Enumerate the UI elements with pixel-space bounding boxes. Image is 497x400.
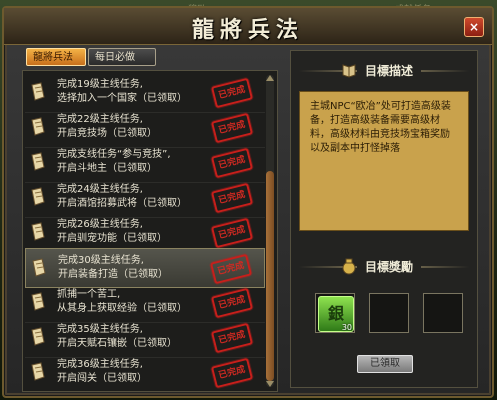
quest-row[interactable]: 完成30级主线任务, 开启装备打造（已领取） 已完成 [25, 248, 265, 288]
quest-row[interactable]: 完成35级主线任务, 开启天赋石镶嵌（已领取） 已完成 [25, 318, 265, 358]
quest-line-2: 开启酒馆招募武将（已领取） [57, 198, 187, 209]
quest-line-2: 选择加入一个国家（已领取） [57, 93, 187, 104]
scroll-icon [31, 187, 45, 206]
quest-text: 完成30级主线任务, 开启装备打造（已领取） [58, 254, 168, 282]
quest-text: 完成24级主线任务, 开启酒馆招募武将（已领取） [57, 183, 187, 211]
reward-slot-empty[interactable] [369, 293, 409, 333]
quest-text: 完成26级主线任务, 开启驯宠功能（已领取） [57, 218, 167, 246]
scroll-down-icon[interactable] [266, 381, 274, 387]
quest-line-1: 完成35级主线任务, [57, 324, 143, 335]
scroll-icon [31, 362, 45, 381]
quest-line-2: 从其身上获取经验（已领取） [57, 303, 187, 314]
completed-stamp: 已完成 [210, 77, 254, 109]
reward-slot[interactable]: 銀 30 [315, 293, 355, 333]
completed-stamp: 已完成 [210, 322, 254, 354]
quest-line-1: 完成24级主线任务, [57, 184, 143, 195]
tab-dragon-strategy[interactable]: 龍將兵法 [26, 48, 86, 66]
quest-row[interactable]: 完成36级主线任务, 开启闯关（已领取） 已完成 [25, 353, 265, 389]
scroll-icon [31, 327, 45, 346]
quest-row[interactable]: 完成支线任务“参与竞技”, 开启斗地主（已领取） 已完成 [25, 143, 265, 183]
close-icon: × [468, 20, 480, 34]
quest-line-2: 开启斗地主（已领取） [57, 163, 157, 174]
goal-reward-title: 目標獎勵 [357, 257, 422, 277]
scroll-icon [31, 152, 45, 171]
quest-line-2: 开启竞技场（已领取） [57, 128, 157, 139]
goal-description-header: 目標描述 [299, 59, 469, 83]
quest-text: 完成36级主线任务, 开启闯关（已领取） [57, 358, 147, 386]
money-bag-icon [342, 258, 356, 275]
completed-stamp: 已完成 [210, 147, 254, 179]
window-title: 龍將兵法 [191, 17, 304, 43]
completed-stamp: 已完成 [210, 182, 254, 214]
quest-line-1: 完成22级主线任务, [57, 114, 143, 125]
quest-text: 完成支线任务“参与竞技”, 开启斗地主（已领取） [57, 148, 171, 176]
tab-daily-tasks[interactable]: 每日必做 [88, 48, 156, 66]
goal-description-title: 目標描述 [357, 61, 422, 81]
scrollbar[interactable] [266, 75, 274, 387]
quest-text: 完成35级主线任务, 开启天赋石镶嵌（已领取） [57, 323, 177, 351]
quest-text: 抓捕一个苦工, 从其身上获取经验（已领取） [57, 288, 187, 316]
scroll-thumb[interactable] [266, 171, 274, 381]
detail-panel: 目標描述 主城NPC“欧冶”处可打造高级装备，打造高级装备需要高级材料，高级材料… [290, 50, 478, 388]
quest-row[interactable]: 完成24级主线任务, 开启酒馆招募武将（已领取） 已完成 [25, 178, 265, 218]
quest-list-panel: 完成19级主线任务, 选择加入一个国家（已领取） 已完成 完成22级主线任务, 开启竞技… [22, 70, 278, 392]
goal-description-text: 主城NPC“欧冶”处可打造高级装备，打造高级装备需要高级材料，高级材料由竞技场宝… [299, 91, 469, 231]
scroll-icon [31, 117, 45, 136]
quest-line-2: 开启闯关（已领取） [57, 373, 147, 384]
quest-line-2: 开启驯宠功能（已领取） [57, 233, 167, 244]
quest-row[interactable]: 完成22级主线任务, 开启竞技场（已领取） 已完成 [25, 108, 265, 148]
quest-line-1: 完成19级主线任务, [57, 79, 143, 90]
game-scene: 奖励 成就任务 龍將兵法 × 龍將兵法 每日必做 完成19级主线任务,选择加入一… [0, 0, 497, 400]
scroll-icon [31, 292, 45, 311]
completed-stamp: 已完成 [210, 112, 254, 144]
title-bar[interactable]: 龍將兵法 × [4, 8, 492, 45]
completed-stamp: 已完成 [210, 287, 254, 319]
dragon-strategy-window: 龍將兵法 × 龍將兵法 每日必做 完成19级主线任务, 选择加入一个国家（已领取）… [2, 6, 494, 398]
quest-row[interactable]: 完成26级主线任务, 开启驯宠功能（已领取） 已完成 [25, 213, 265, 253]
quest-line-2: 开启天赋石镶嵌（已领取） [57, 338, 177, 349]
quest-line-1: 完成30级主线任务, [58, 255, 144, 266]
item-quantity: 30 [341, 323, 352, 332]
scroll-icon [31, 222, 45, 241]
goal-reward-header: 目標獎勵 [299, 255, 469, 279]
scroll-icon [32, 258, 46, 277]
completed-stamp: 已完成 [209, 253, 253, 285]
completed-stamp: 已完成 [210, 357, 254, 389]
completed-stamp: 已完成 [210, 217, 254, 249]
quest-line-1: 完成支线任务“参与竞技”, [57, 149, 171, 160]
quest-text: 完成19级主线任务, 选择加入一个国家（已领取） [57, 78, 187, 106]
claimed-button[interactable]: 已領取 [357, 355, 413, 373]
item-glyph: 銀 [327, 304, 344, 323]
book-icon [342, 64, 356, 78]
reward-slot-empty[interactable] [423, 293, 463, 333]
quest-line-1: 抓捕一个苦工, [57, 289, 121, 300]
quest-text: 完成22级主线任务, 开启竞技场（已领取） [57, 113, 157, 141]
quest-line-2: 开启装备打造（已领取） [58, 269, 168, 280]
quest-row[interactable]: 完成19级主线任务, 选择加入一个国家（已领取） 已完成 [25, 73, 265, 113]
quest-line-1: 完成36级主线任务, [57, 359, 143, 370]
quest-list: 完成19级主线任务, 选择加入一个国家（已领取） 已完成 完成22级主线任务, 开启竞技… [25, 73, 265, 389]
quest-row[interactable]: 抓捕一个苦工, 从其身上获取经验（已领取） 已完成 [25, 283, 265, 323]
close-button[interactable]: × [464, 17, 484, 37]
quest-line-1: 完成26级主线任务, [57, 219, 143, 230]
reward-slots: 銀 30 [315, 293, 465, 335]
scroll-up-icon[interactable] [266, 75, 274, 81]
scroll-icon [31, 82, 45, 101]
